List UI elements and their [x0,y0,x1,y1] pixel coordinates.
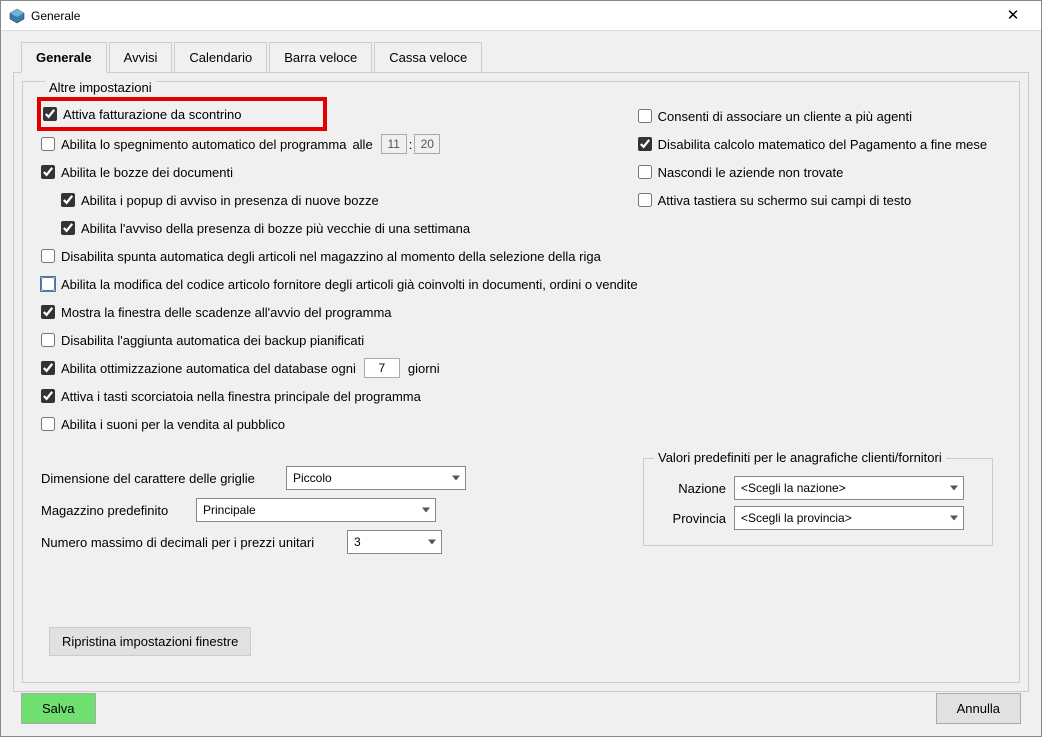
section-label: Altre impostazioni [45,80,156,95]
lbl-font-griglie: Dimensione del carattere delle griglie [41,471,276,486]
tab-strip: Generale Avvisi Calendario Barra veloce … [13,41,1029,72]
cb-nascondi-aziende[interactable] [638,165,652,179]
input-min [414,134,440,154]
cb-disabilita-calcolo[interactable] [638,137,652,151]
sel-decimali[interactable]: 3 [347,530,442,554]
lbl-spegnimento-auto: Abilita lo spegnimento automatico del pr… [61,137,346,152]
lbl-suoni-vendita: Abilita i suoni per la vendita al pubbli… [61,417,285,432]
input-giorni-db[interactable] [364,358,400,378]
lbl-mostra-scadenze: Mostra la finestra delle scadenze all'av… [61,305,392,320]
highlighted-option: Attiva fatturazione da scontrino [37,97,327,131]
cb-cliente-piu-agenti[interactable] [638,109,652,123]
lbl-decimali: Numero massimo di decimali per i prezzi … [41,535,337,550]
tab-calendario[interactable]: Calendario [174,42,267,73]
lbl-disabilita-calcolo: Disabilita calcolo matematico del Pagame… [658,137,988,152]
lbl-tastiera-schermo: Attiva tastiera su schermo sui campi di … [658,193,912,208]
tab-barra-veloce[interactable]: Barra veloce [269,42,372,73]
lbl-cliente-piu-agenti: Consenti di associare un cliente a più a… [658,109,912,124]
sel-provincia[interactable]: <Scegli la provincia> [734,506,964,530]
lbl-giorni: giorni [408,361,440,376]
content-area: Generale Avvisi Calendario Barra veloce … [1,31,1041,736]
lbl-ottimizzazione-db: Abilita ottimizzazione automatica del da… [61,361,356,376]
lbl-popup-bozze: Abilita i popup di avviso in presenza di… [81,193,379,208]
lbl-provincia: Provincia [656,511,726,526]
lbl-modifica-codice: Abilita la modifica del codice articolo … [61,277,638,292]
cb-tastiera-schermo[interactable] [638,193,652,207]
cb-modifica-codice[interactable] [41,277,55,291]
lbl-disabilita-spunta: Disabilita spunta automatica degli artic… [61,249,601,264]
cb-mostra-scadenze[interactable] [41,305,55,319]
window-title: Generale [31,9,993,23]
tab-panel: Altre impostazioni Attiva fatturazione d… [13,72,1029,692]
lbl-disabilita-backup: Disabilita l'aggiunta automatica dei bac… [61,333,364,348]
lbl-bozze: Abilita le bozze dei documenti [61,165,233,180]
cb-bozze[interactable] [41,165,55,179]
lbl-tasti-scorciatoia: Attiva i tasti scorciatoia nella finestr… [61,389,421,404]
close-button[interactable]: ✕ [993,2,1033,30]
sel-font-griglie[interactable]: Piccolo [286,466,466,490]
lbl-magazzino: Magazzino predefinito [41,503,186,518]
input-ora [381,134,407,154]
lbl-alle: alle [352,137,372,152]
cb-attiva-fatturazione[interactable] [43,107,57,121]
reset-windows-button[interactable]: Ripristina impostazioni finestre [49,627,251,656]
cb-popup-bozze[interactable] [61,193,75,207]
lbl-nazione: Nazione [656,481,726,496]
titlebar: Generale ✕ [1,1,1041,31]
cb-avviso-bozze-vecchie[interactable] [61,221,75,235]
cb-disabilita-backup[interactable] [41,333,55,347]
cb-disabilita-spunta[interactable] [41,249,55,263]
cb-tasti-scorciatoia[interactable] [41,389,55,403]
lbl-attiva-fatturazione: Attiva fatturazione da scontrino [63,107,242,122]
tab-avvisi[interactable]: Avvisi [109,42,173,73]
sel-magazzino[interactable]: Principale [196,498,436,522]
cb-suoni-vendita[interactable] [41,417,55,431]
cb-spegnimento-auto[interactable] [41,137,55,151]
tab-generale[interactable]: Generale [21,42,107,73]
tab-cassa-veloce[interactable]: Cassa veloce [374,42,482,73]
app-icon [9,8,25,24]
lbl-avviso-bozze-vecchie: Abilita l'avviso della presenza di bozze… [81,221,470,236]
cb-ottimizzazione-db[interactable] [41,361,55,375]
settings-group: Altre impostazioni Attiva fatturazione d… [22,81,1020,683]
lbl-nascondi-aziende: Nascondi le aziende non trovate [658,165,844,180]
sel-nazione[interactable]: <Scegli la nazione> [734,476,964,500]
defaults-title: Valori predefiniti per le anagrafiche cl… [654,450,946,465]
defaults-group: Valori predefiniti per le anagrafiche cl… [643,458,993,546]
cancel-button[interactable]: Annulla [936,693,1021,724]
save-button[interactable]: Salva [21,693,96,724]
